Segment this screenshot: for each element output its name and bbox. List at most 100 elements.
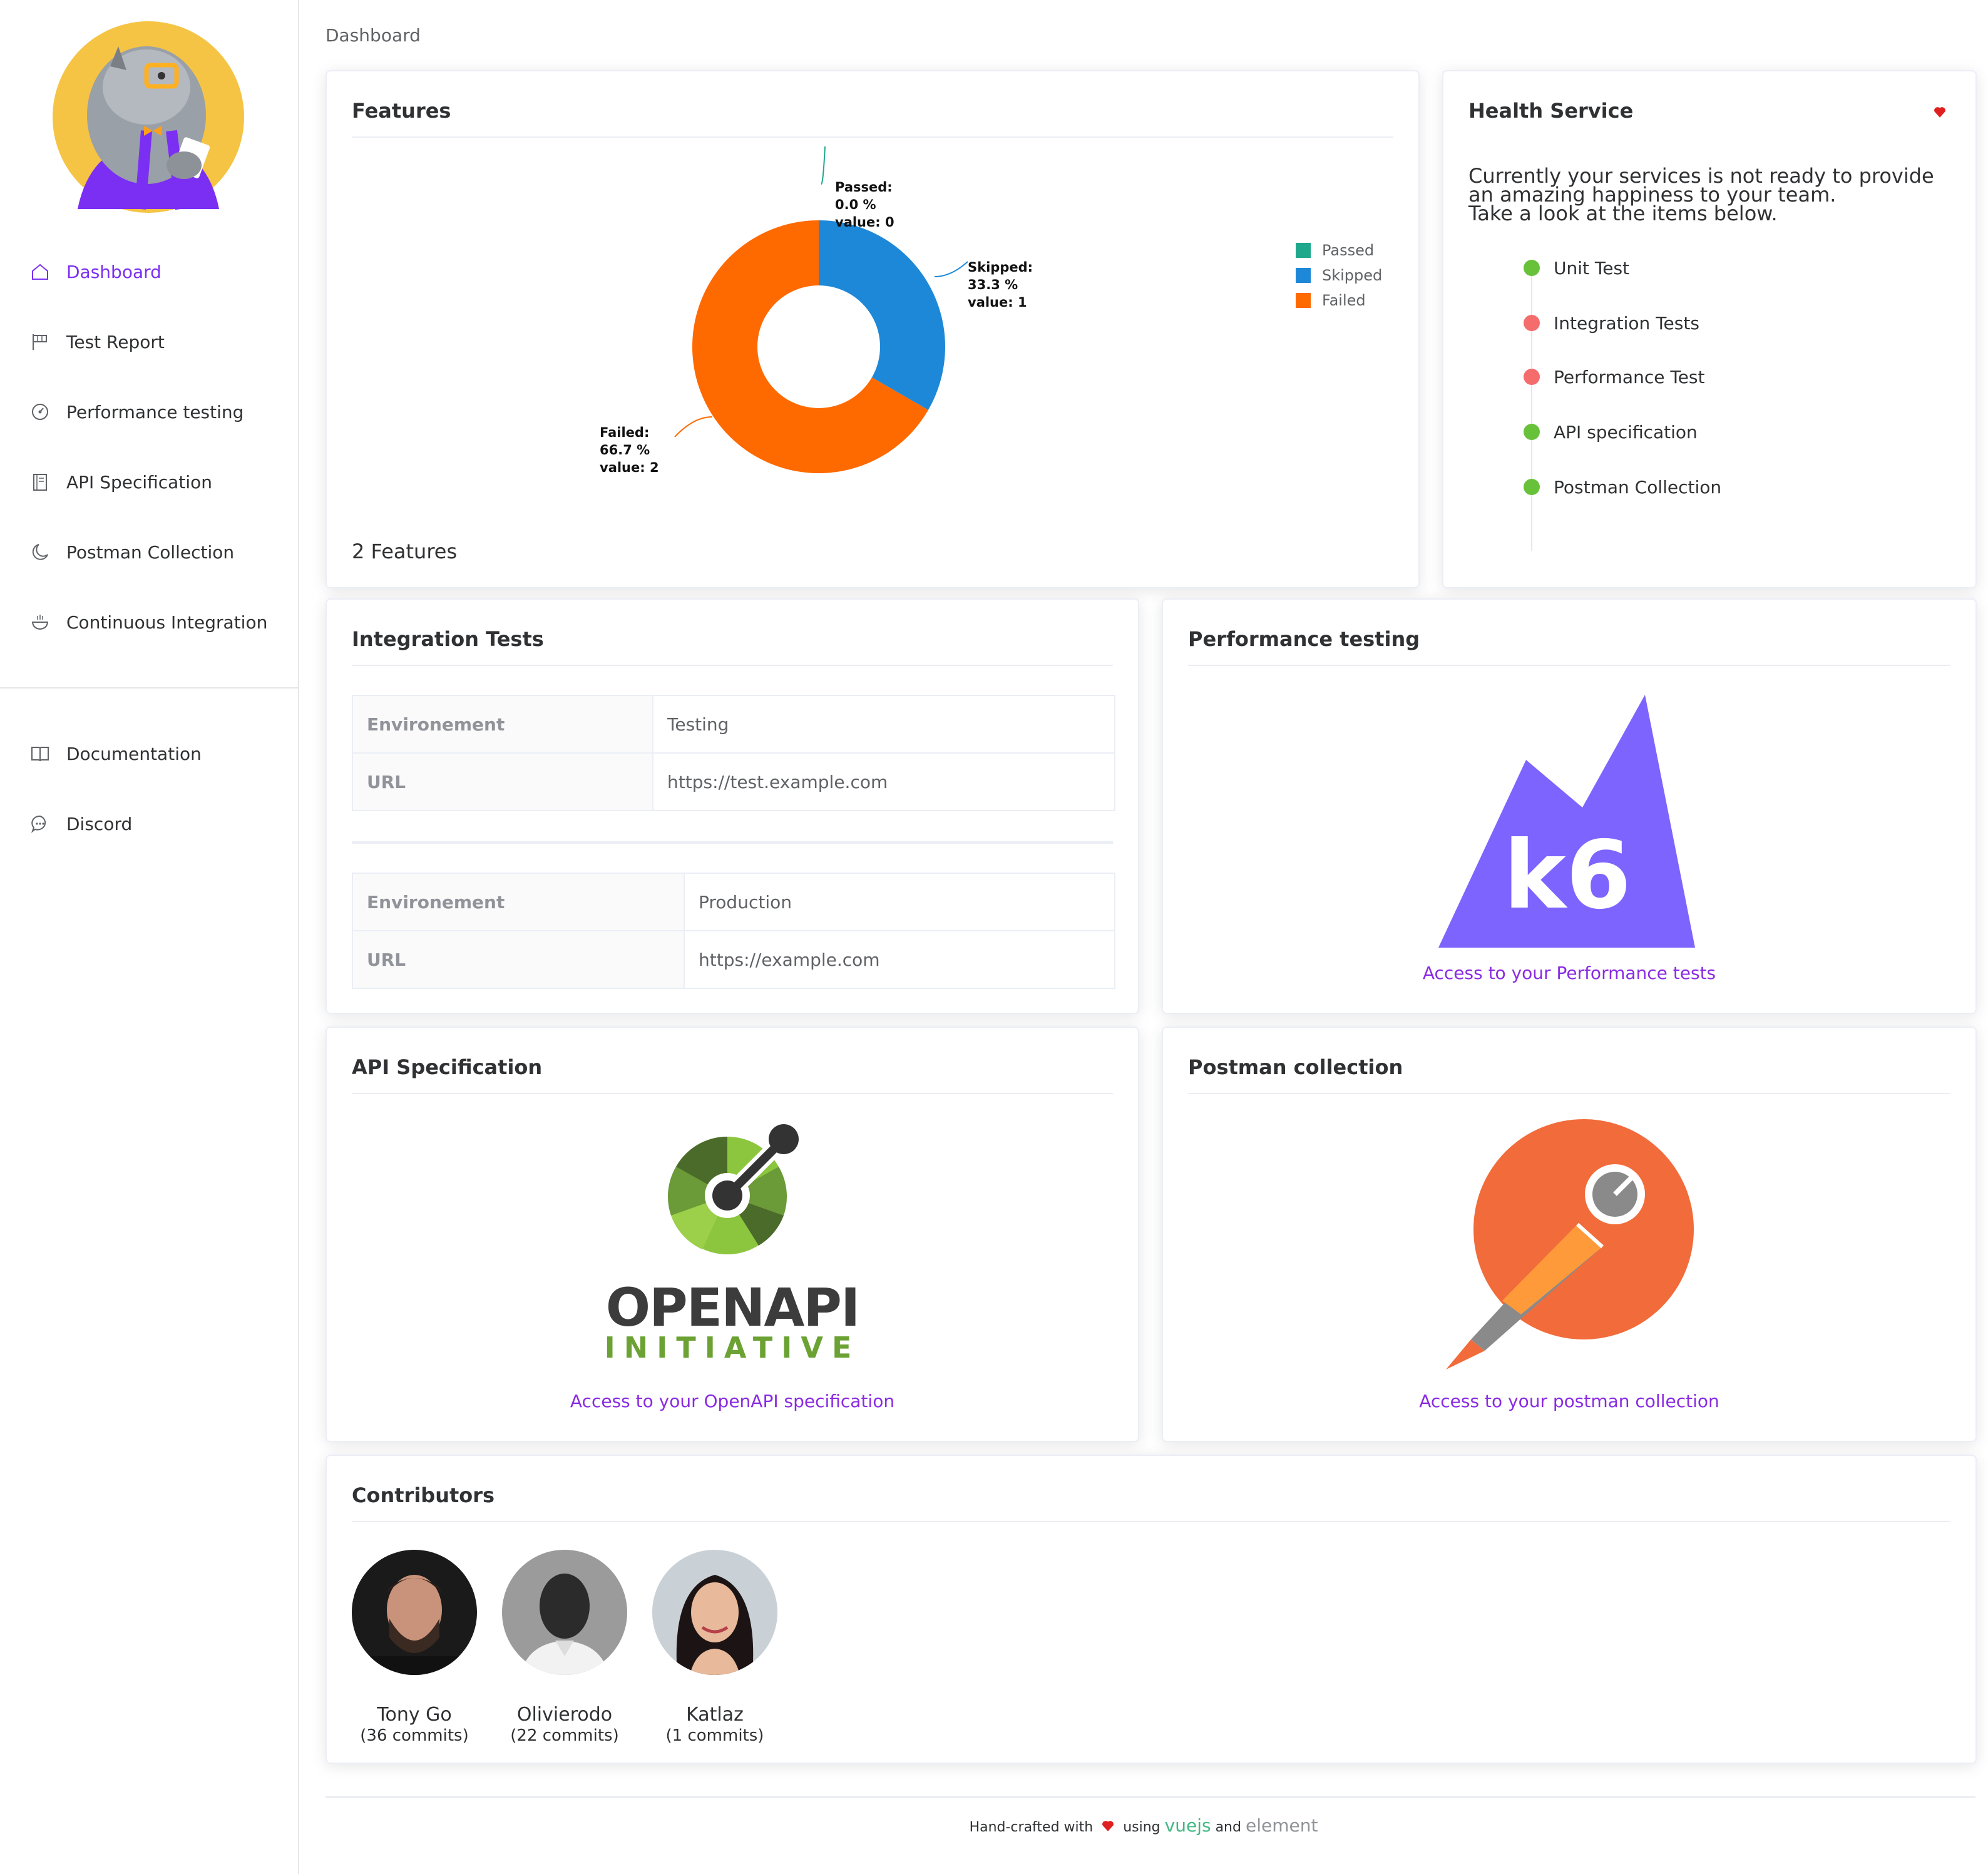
sidebar-item-continuous-integration[interactable]: Continuous Integration	[0, 587, 298, 657]
heart-icon	[1102, 1821, 1114, 1831]
sidebar-item-label: Postman Collection	[66, 541, 235, 563]
sidebar-item-postman-collection[interactable]: Postman Collection	[0, 517, 298, 587]
legend-item-passed[interactable]: Passed	[1296, 238, 1382, 263]
card-title: Health Service	[1468, 99, 1634, 123]
breadcrumb[interactable]: Dashboard	[325, 25, 421, 46]
sidebar-item-performance-testing[interactable]: Performance testing	[0, 377, 298, 447]
health-item-label: Performance Test	[1554, 366, 1705, 387]
contributor-commits: (1 commits)	[665, 1726, 764, 1745]
env-table-production: Environement Production URL https://exam…	[352, 873, 1115, 989]
slice-data-label: 33.3 %	[968, 277, 1018, 292]
features-pie-chart: Passed: 0.0 % value: 0 Skipped: 33.3 % value:…	[600, 146, 1033, 475]
features-card: Features Passed: 0.0 % value: 0 Skipped: 33.…	[325, 70, 1420, 588]
legend-item-skipped[interactable]: Skipped	[1296, 263, 1382, 288]
env-table-testing: Environement Testing URL https://test.ex…	[352, 695, 1115, 811]
contributor-name[interactable]: Olivierodo	[489, 1704, 640, 1726]
footer-divider	[325, 1796, 1975, 1798]
openapi-logo-text: OPENAPI	[605, 1277, 860, 1338]
slice-data-label: 0.0 %	[835, 197, 876, 212]
slice-data-label: Skipped:	[968, 260, 1033, 275]
postman-collection-link[interactable]: Access to your postman collection	[1163, 1391, 1975, 1411]
pie-slice-skipped[interactable]	[819, 220, 945, 410]
health-item-unit-test: Unit Test	[1524, 255, 1629, 280]
status-dot-error	[1524, 369, 1540, 385]
health-item-performance-test: Performance Test	[1524, 364, 1704, 389]
card-title: Performance testing	[1188, 627, 1420, 651]
avatar[interactable]	[502, 1550, 627, 1675]
element-link[interactable]: element	[1246, 1815, 1318, 1836]
book-icon	[31, 747, 49, 762]
sidebar-item-test-report[interactable]: Test Report	[0, 307, 298, 377]
openapi-spec-link[interactable]: Access to your OpenAPI specification	[327, 1391, 1138, 1411]
chat-icon	[31, 815, 46, 833]
sidebar-item-api-specification[interactable]: API Specification	[0, 447, 298, 517]
card-divider	[352, 1093, 1113, 1094]
performance-tests-link[interactable]: Access to your Performance tests	[1163, 963, 1975, 983]
contributor-name[interactable]: Katlaz	[640, 1704, 790, 1726]
label-leader-line	[674, 416, 713, 438]
table-value: Testing	[652, 695, 1115, 754]
card-title: Postman collection	[1188, 1055, 1403, 1079]
api-specification-card: API Specification OPENAPI INITIATIVE Acc…	[325, 1027, 1139, 1442]
sidebar: Dashboard Test Report Performance testin…	[0, 0, 299, 1874]
contributor-commits: (22 commits)	[510, 1726, 619, 1745]
label-leader-line	[934, 261, 968, 277]
health-item-postman-collection: Postman Collection	[1524, 474, 1721, 499]
status-dot-ok	[1524, 479, 1540, 495]
legend-item-failed[interactable]: Failed	[1296, 288, 1382, 313]
footer-and: and	[1215, 1820, 1241, 1835]
health-item-label: API specification	[1554, 421, 1698, 443]
avatar[interactable]	[652, 1550, 777, 1675]
slice-data-label: 66.7 %	[600, 443, 650, 458]
openapi-logo-subtext: INITIATIVE	[604, 1331, 861, 1365]
k6-logo: k6	[1438, 695, 1695, 948]
home-icon	[32, 264, 48, 280]
status-dot-ok	[1524, 424, 1540, 440]
moon-icon	[32, 544, 48, 560]
sidebar-divider	[0, 687, 298, 689]
legend-swatch	[1296, 243, 1311, 258]
table-value: Production	[684, 873, 1115, 931]
sidebar-item-label: Documentation	[66, 743, 202, 764]
slice-data-label: value: 0	[835, 215, 894, 230]
sidebar-item-dashboard[interactable]: Dashboard	[0, 237, 298, 307]
notebook-icon	[33, 474, 47, 491]
legend-label: Skipped	[1322, 267, 1383, 284]
sidebar-item-documentation[interactable]: Documentation	[0, 719, 298, 789]
chart-legend: Passed Skipped Failed	[1296, 238, 1382, 313]
sidebar-item-label: API Specification	[66, 471, 212, 493]
table-row: Environement Testing	[352, 695, 1115, 754]
sidebar-item-label: Performance testing	[66, 401, 244, 422]
slice-data-label: value: 1	[968, 295, 1027, 310]
table-key: URL	[352, 752, 653, 811]
sidebar-item-label: Dashboard	[66, 261, 161, 282]
table-row: Environement Production	[352, 873, 1115, 931]
sidebar-item-discord[interactable]: Discord	[0, 789, 298, 859]
health-item-api-specification: API specification	[1524, 419, 1698, 444]
card-divider	[1188, 1093, 1950, 1094]
table-divider	[352, 841, 1113, 844]
k6-logo-text: k6	[1504, 821, 1631, 930]
avatar[interactable]	[352, 1550, 477, 1675]
card-title: Contributors	[352, 1483, 495, 1507]
slice-data-label: Failed:	[600, 425, 649, 440]
footer-using: using	[1123, 1820, 1161, 1835]
health-item-integration-tests: Integration Tests	[1524, 310, 1699, 335]
card-divider	[352, 1521, 1950, 1522]
performance-testing-card: Performance testing k6 Access to your Pe…	[1162, 598, 1977, 1014]
card-divider	[352, 665, 1113, 666]
bowl-icon	[31, 615, 49, 630]
vuejs-link[interactable]: vuejs	[1165, 1815, 1211, 1836]
health-item-label: Unit Test	[1554, 257, 1630, 279]
health-text-line: Take a look at the items below.	[1468, 202, 1778, 225]
status-dot-ok	[1524, 260, 1540, 276]
table-key: URL	[352, 930, 685, 989]
contributors-card: Contributors Tony Go (36 commits) Olivie…	[325, 1455, 1977, 1764]
table-row: URL https://test.example.com	[352, 752, 1115, 811]
mascot-logo	[53, 21, 244, 213]
table-value[interactable]: https://test.example.com	[652, 752, 1115, 811]
table-value[interactable]: https://example.com	[684, 930, 1115, 989]
contributor-name[interactable]: Tony Go	[339, 1704, 489, 1726]
sidebar-item-label: Continuous Integration	[66, 612, 268, 633]
card-divider	[1188, 665, 1950, 666]
